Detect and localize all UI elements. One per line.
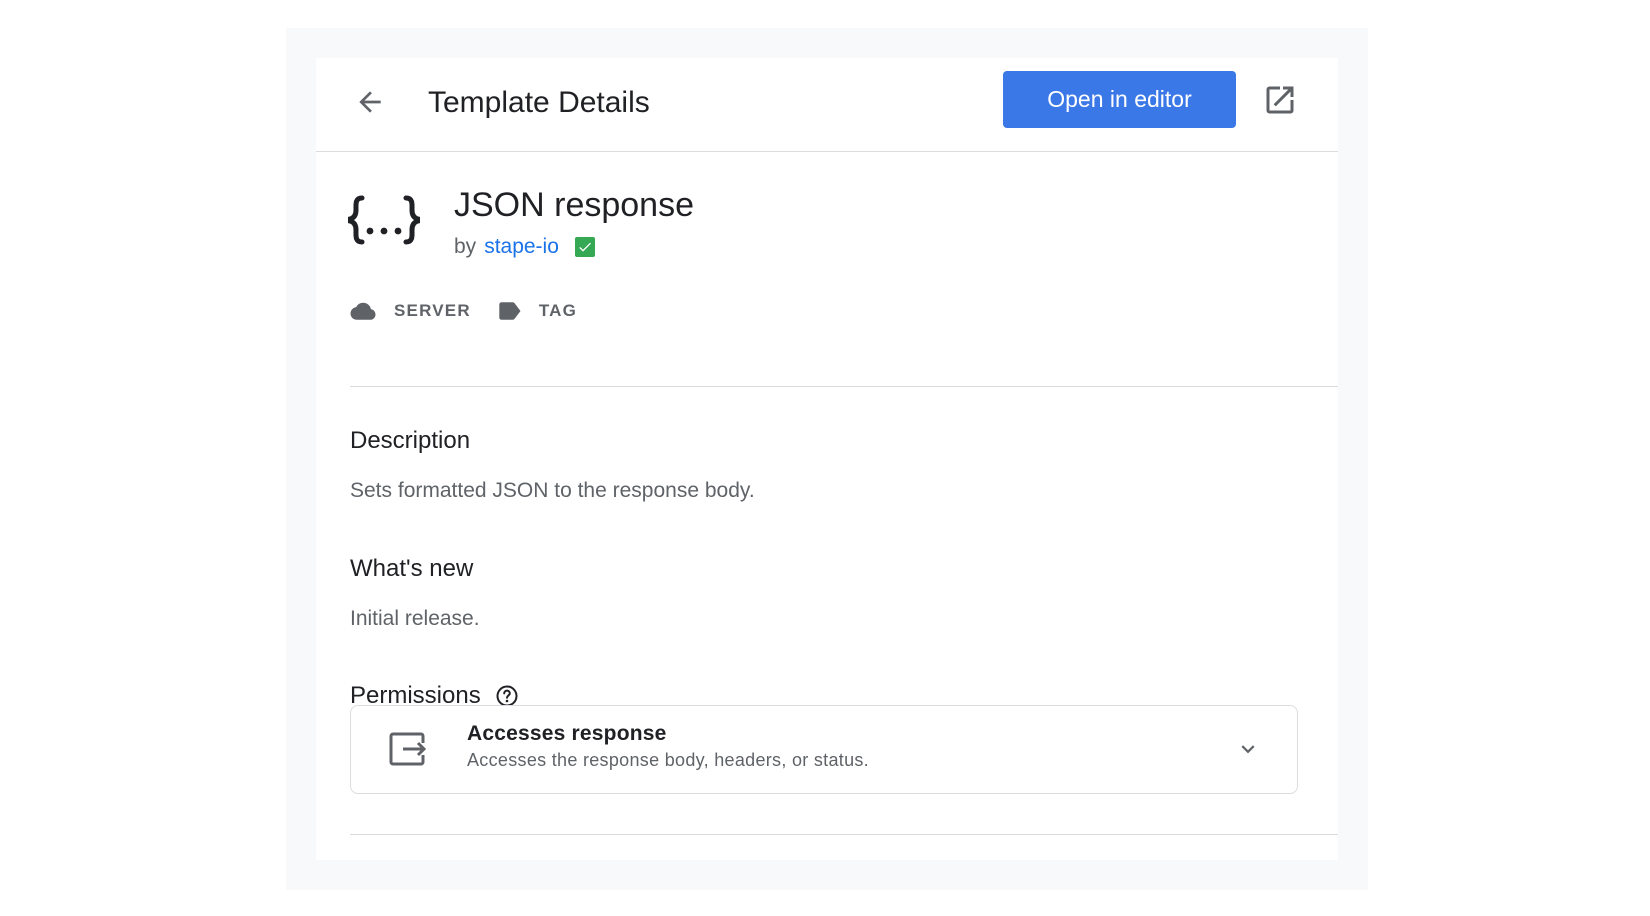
permission-description: Accesses the response body, headers, or …	[467, 750, 869, 770]
template-name: JSON response	[454, 186, 694, 224]
tag-tag: TAG	[499, 301, 577, 321]
whats-new-text: Initial release.	[350, 607, 480, 630]
section-divider	[350, 386, 1338, 387]
verified-badge-icon	[574, 237, 595, 257]
permission-item[interactable]: Accesses response Accesses the response …	[350, 705, 1298, 794]
by-label: by	[454, 235, 477, 258]
template-byline: by stape-io	[454, 234, 595, 260]
chevron-down-icon[interactable]	[1235, 736, 1261, 762]
bottom-divider	[350, 834, 1338, 835]
page-title: Template Details	[428, 86, 650, 119]
arrow-back-icon	[359, 91, 381, 113]
open-in-new-icon	[1266, 86, 1294, 114]
whats-new-heading: What's new	[350, 555, 474, 582]
tag-server: SERVER	[350, 301, 471, 321]
template-tags: SERVER TAG	[350, 301, 577, 321]
exit-to-app-icon	[389, 732, 427, 766]
author-link[interactable]: stape-io	[484, 234, 559, 260]
curly-braces-icon	[348, 195, 420, 245]
label-icon	[499, 302, 521, 320]
template-details-panel: Template Details Open in editor JSON res…	[316, 58, 1338, 860]
cloud-icon	[350, 302, 376, 320]
permission-title: Accesses response	[467, 722, 667, 745]
description-heading: Description	[350, 427, 471, 454]
header-bar: Template Details Open in editor	[316, 58, 1338, 152]
page-frame: Template Details Open in editor JSON res…	[286, 28, 1368, 890]
open-in-editor-button[interactable]: Open in editor	[1003, 71, 1236, 128]
description-text: Sets formatted JSON to the response body…	[350, 479, 755, 502]
back-button[interactable]	[350, 82, 390, 122]
open-external-button[interactable]	[1260, 80, 1300, 120]
